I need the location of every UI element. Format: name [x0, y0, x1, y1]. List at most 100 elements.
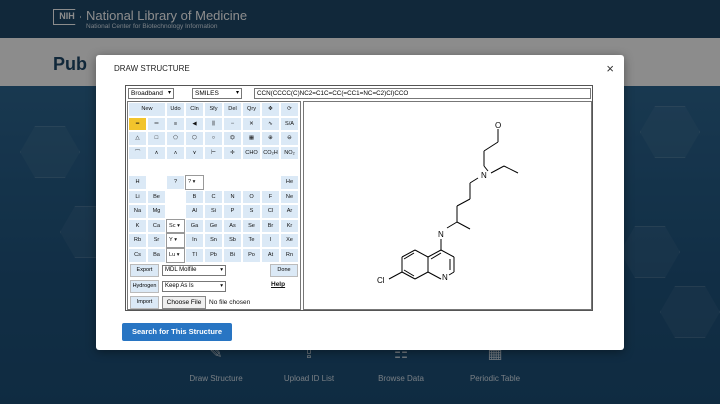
pentagon-ring-icon[interactable]: ⬠ [166, 131, 185, 146]
element-i[interactable]: I [261, 233, 280, 248]
double-bond-icon[interactable]: ═ [147, 116, 166, 132]
transition-metal-select[interactable]: Lu ▾ [166, 247, 185, 263]
heptagon-ring-icon[interactable]: ○ [204, 131, 223, 146]
import-button[interactable]: Import [130, 296, 159, 309]
element-k[interactable]: K [128, 218, 147, 234]
minus-circle-icon[interactable]: ⊖ [280, 131, 299, 146]
hydrogen-button[interactable]: Hydrogen [130, 280, 159, 293]
export-row: Export MDL Molfile ▾ Done [128, 263, 300, 278]
element-si[interactable]: Si [204, 204, 223, 219]
element-ga[interactable]: Ga [185, 218, 204, 234]
structure-editor: Broadband ▾ SMILES ▾ CCN(CCCC(C)NC2=C1C=CC… [125, 85, 593, 311]
element-at[interactable]: At [261, 247, 280, 263]
element-sr[interactable]: Sr [147, 233, 166, 248]
element-he[interactable]: He [280, 174, 299, 190]
cross-bond-icon[interactable]: ✕ [242, 116, 261, 132]
element-al[interactable]: Al [185, 204, 204, 219]
clean-button[interactable]: Cln [185, 102, 204, 117]
plus-icon[interactable]: ✛ [223, 145, 242, 161]
element-ge[interactable]: Ge [204, 218, 223, 234]
undo-button[interactable]: Udo [166, 102, 185, 117]
export-button[interactable]: Export [130, 264, 159, 277]
element-c[interactable]: C [204, 189, 223, 205]
simplify-button[interactable]: Sfy [204, 102, 223, 117]
element-pb[interactable]: Pb [204, 247, 223, 263]
chain-icon[interactable]: ⌒ [128, 145, 147, 161]
element-as[interactable]: As [223, 218, 242, 234]
rotate-icon[interactable]: ⟳ [280, 102, 299, 117]
element-s[interactable]: S [242, 204, 261, 219]
element-na[interactable]: Na [128, 204, 147, 219]
element-f[interactable]: F [261, 189, 280, 205]
square-ring-icon[interactable]: □ [147, 131, 166, 146]
element-in[interactable]: In [185, 233, 204, 248]
element-rn[interactable]: Rn [280, 247, 299, 263]
element-ar[interactable]: Ar [280, 204, 299, 219]
element-bi[interactable]: Bi [223, 247, 242, 263]
element-mg[interactable]: Mg [147, 204, 166, 219]
new-button[interactable]: New [128, 102, 166, 117]
element-kr[interactable]: Kr [280, 218, 299, 234]
wavy-bond-icon[interactable]: ∿ [261, 116, 280, 132]
triple-bond-icon[interactable]: ≡ [166, 116, 185, 132]
element-tl[interactable]: Tl [185, 247, 204, 263]
no2-group-button[interactable]: NO₂ [280, 145, 299, 161]
hydrogen-select-value: Keep As Is [165, 283, 194, 289]
element-n[interactable]: N [223, 189, 242, 205]
chain-icon[interactable]: ⊢ [204, 145, 223, 161]
element-query[interactable]: ? [166, 174, 185, 190]
element-cs[interactable]: Cs [128, 247, 147, 263]
chain-icon[interactable]: ∧ [147, 145, 166, 161]
single-bond-icon[interactable]: ━ [128, 116, 147, 132]
hexagon-ring-icon[interactable]: ⬡ [185, 131, 204, 146]
element-po[interactable]: Po [242, 247, 261, 263]
delete-button[interactable]: Del [223, 102, 242, 117]
mode-select[interactable]: Broadband ▾ [128, 88, 174, 99]
triangle-ring-icon[interactable]: △ [128, 131, 147, 146]
sa-bond-button[interactable]: S/A [280, 116, 299, 132]
element-h[interactable]: H [128, 174, 147, 190]
element-be[interactable]: Be [147, 189, 166, 205]
element-se[interactable]: Se [242, 218, 261, 234]
close-icon[interactable]: × [606, 61, 614, 76]
move-icon[interactable]: ✥ [261, 102, 280, 117]
search-structure-button[interactable]: Search for This Structure [122, 323, 232, 341]
element-rb[interactable]: Rb [128, 233, 147, 248]
element-o[interactable]: O [242, 189, 261, 205]
element-p[interactable]: P [223, 204, 242, 219]
element-te[interactable]: Te [242, 233, 261, 248]
element-b[interactable]: B [185, 189, 204, 205]
done-button[interactable]: Done [270, 264, 298, 277]
transition-metal-select[interactable]: Y ▾ [166, 233, 185, 248]
hash-bond-icon[interactable]: ⫼ [204, 116, 223, 132]
hydrogen-select[interactable]: Keep As Is ▾ [162, 281, 226, 292]
element-cl[interactable]: Cl [261, 204, 280, 219]
dash-bond-icon[interactable]: ┈ [223, 116, 242, 132]
benzene-ring-icon[interactable]: ⏣ [223, 131, 242, 146]
help-link[interactable]: Help [271, 281, 285, 288]
wedge-bond-icon[interactable]: ◀ [185, 116, 204, 132]
transition-metal-select[interactable]: Sc ▾ [166, 218, 185, 234]
chain-icon[interactable]: ʌ [166, 145, 185, 161]
smiles-input[interactable]: CCN(CCCC(C)NC2=C1C=CC(=CC1=NC=C2)Cl)CCO [254, 88, 591, 99]
element-li[interactable]: Li [128, 189, 147, 205]
cho-group-button[interactable]: CHO [242, 145, 261, 161]
co2h-group-button[interactable]: CO₂H [261, 145, 280, 161]
element-sn[interactable]: Sn [204, 233, 223, 248]
element-ne[interactable]: Ne [280, 189, 299, 205]
element-query-select[interactable]: ? ▾ [185, 174, 204, 190]
element-xe[interactable]: Xe [280, 233, 299, 248]
element-br[interactable]: Br [261, 218, 280, 234]
element-ba[interactable]: Ba [147, 247, 166, 263]
choose-file-button[interactable]: Choose File [162, 296, 206, 309]
draw-structure-dialog: DRAW STRUCTURE × Broadband ▾ SMILES ▾ CCN(… [96, 55, 624, 350]
drawing-canvas[interactable]: O N N N Cl [303, 101, 592, 310]
export-format-select[interactable]: MDL Molfile ▾ [162, 265, 226, 276]
element-ca[interactable]: Ca [147, 218, 166, 234]
chain-icon[interactable]: ⋎ [185, 145, 204, 161]
format-select[interactable]: SMILES ▾ [192, 88, 242, 99]
query-button[interactable]: Qry [242, 102, 261, 117]
plus-circle-icon[interactable]: ⊕ [261, 131, 280, 146]
grid-icon[interactable]: ▦ [242, 131, 261, 146]
element-sb[interactable]: Sb [223, 233, 242, 248]
